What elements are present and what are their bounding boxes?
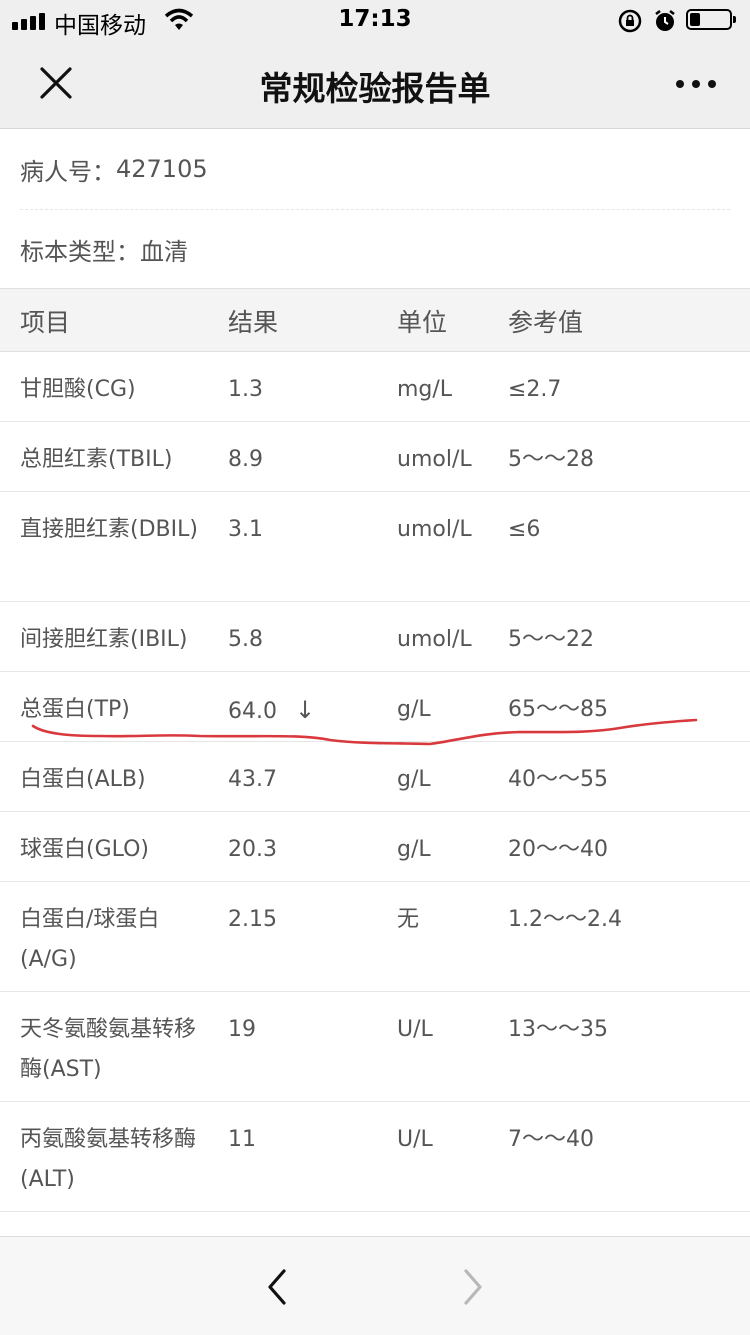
row-item: 球蛋白(GLO): [20, 837, 150, 862]
row-unit: g/L: [397, 837, 431, 862]
table-row: 甘胆酸(CG) 1.3 mg/L ≤2.7: [0, 352, 750, 422]
row-reference: 40～～55: [508, 767, 608, 792]
row-item: 白蛋白(ALB): [20, 767, 146, 792]
row-result: 11: [228, 1127, 256, 1152]
header-item: 项目: [20, 308, 71, 337]
row-result: 43.7: [228, 767, 277, 792]
row-unit: mg/L: [397, 377, 453, 402]
row-unit: U/L: [397, 1017, 433, 1042]
patient-id-label: 病人号：: [20, 157, 116, 186]
alarm-icon: [655, 10, 675, 31]
row-result-cell: 64.0 ↓: [228, 690, 315, 732]
more-icon: [676, 80, 716, 88]
table-row: 白蛋白/球蛋白(A/G) 2.15 无 1.2～～2.4: [0, 882, 750, 992]
row-item: 丙氨酸氨基转移酶(ALT): [20, 1127, 197, 1192]
specimen-type-label: 标本类型：: [20, 237, 140, 266]
table-row: 球蛋白(GLO) 20.3 g/L 20～～40: [0, 812, 750, 882]
back-button[interactable]: [248, 1261, 304, 1313]
row-reference: 5～～28: [508, 447, 594, 472]
specimen-type-value: 血清: [140, 237, 188, 266]
row-item: 总胆红素(TBIL): [20, 447, 173, 472]
row-reference: 65～～85: [508, 697, 608, 722]
chevron-right-icon: [464, 1269, 482, 1305]
row-item: 天冬氨酸氨基转移酶(AST): [20, 1017, 197, 1082]
row-unit: g/L: [397, 767, 431, 792]
report-info: 病人号： 427105 标本类型： 血清: [0, 129, 750, 288]
forward-button[interactable]: [446, 1261, 502, 1313]
low-flag-arrow-icon: ↓: [294, 696, 316, 724]
header-result: 结果: [228, 308, 279, 337]
row-unit: U/L: [397, 1127, 433, 1152]
table-row: 丙氨酸氨基转移酶(ALT) 11 U/L 7～～40: [0, 1102, 750, 1212]
nav-bar: 常规检验报告单: [0, 40, 750, 129]
row-unit: umol/L: [397, 447, 472, 472]
row-item: 总蛋白(TP): [20, 697, 130, 722]
close-icon: [40, 67, 72, 99]
specimen-type-row: 标本类型： 血清: [20, 210, 730, 288]
rotation-lock-icon: [618, 9, 642, 33]
header-unit: 单位: [397, 308, 448, 337]
row-unit: g/L: [397, 697, 431, 722]
header-reference: 参考值: [508, 308, 584, 337]
row-reference: 13～～35: [508, 1017, 608, 1042]
more-button[interactable]: [670, 68, 722, 100]
row-item: 甘胆酸(CG): [20, 377, 136, 402]
table-row: 白蛋白(ALB) 43.7 g/L 40～～55: [0, 742, 750, 812]
row-result: 20.3: [228, 837, 277, 862]
table-row: 总胆红素(TBIL) 8.9 umol/L 5～～28: [0, 422, 750, 492]
status-bar: 中国移动 17:13: [0, 0, 750, 40]
row-reference: ≤6: [508, 517, 541, 542]
row-reference: 20～～40: [508, 837, 608, 862]
row-result: 3.1: [228, 517, 263, 542]
row-reference: 7～～40: [508, 1127, 594, 1152]
page-title: 常规检验报告单: [259, 69, 491, 108]
row-result: 8.9: [228, 447, 263, 472]
table-row: 天冬氨酸氨基转移酶(AST) 19 U/L 13～～35: [0, 992, 750, 1102]
row-item: 间接胆红素(IBIL): [20, 627, 188, 652]
row-reference: 5～～22: [508, 627, 594, 652]
row-result: 2.15: [228, 907, 277, 932]
table-row: 直接胆红素(DBIL) 3.1 umol/L ≤6: [0, 492, 750, 602]
row-unit: umol/L: [397, 627, 472, 652]
chevron-left-icon: [268, 1269, 286, 1305]
patient-id-value: 427105: [116, 155, 208, 183]
row-item: 直接胆红素(DBIL): [20, 517, 198, 542]
row-reference: ≤2.7: [508, 377, 562, 402]
bottom-toolbar: [0, 1236, 750, 1335]
close-button[interactable]: [30, 58, 82, 110]
row-result: 64.0: [228, 699, 277, 724]
table-row: 间接胆红素(IBIL) 5.8 umol/L 5～～22: [0, 602, 750, 672]
row-result: 19: [228, 1017, 256, 1042]
row-reference: 1.2～～2.4: [508, 907, 622, 932]
table-row: 总蛋白(TP) 64.0 ↓ g/L 65～～85: [0, 672, 750, 742]
patient-id-row: 病人号： 427105: [20, 129, 730, 210]
table-header: 项目 结果 单位 参考值: [0, 288, 750, 352]
battery-icon: [686, 9, 736, 30]
row-item: 白蛋白/球蛋白(A/G): [20, 907, 160, 972]
row-result: 5.8: [228, 627, 263, 652]
row-result: 1.3: [228, 377, 263, 402]
row-unit: 无: [397, 907, 420, 932]
row-unit: umol/L: [397, 517, 472, 542]
results-table: 项目 结果 单位 参考值 甘胆酸(CG) 1.3 mg/L ≤2.7 总胆红素(…: [0, 288, 750, 1212]
